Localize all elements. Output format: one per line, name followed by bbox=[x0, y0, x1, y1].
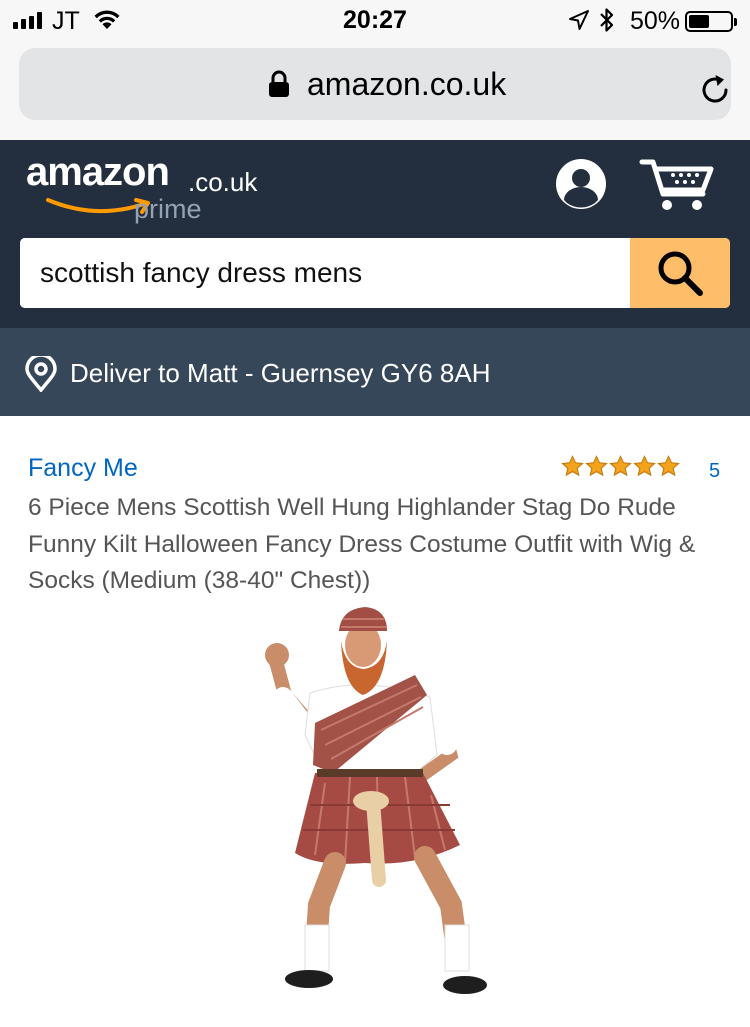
logo-wordmark: amazon bbox=[26, 150, 170, 194]
star-icon bbox=[609, 455, 632, 477]
lock-icon bbox=[269, 70, 289, 97]
star-icon bbox=[585, 455, 608, 477]
search-icon bbox=[658, 251, 703, 296]
amazon-header: amazon .co.uk prime bbox=[0, 140, 750, 328]
browser-toolbar: amazon.co.uk bbox=[0, 40, 750, 140]
battery-percentage: 50% bbox=[630, 7, 681, 35]
deliver-to-text: Deliver to Matt - Guernsey GY6 8AH bbox=[70, 358, 491, 388]
amazon-logo[interactable]: amazon .co.uk prime bbox=[26, 150, 266, 225]
battery-icon bbox=[685, 11, 737, 32]
deliver-to-bar[interactable]: Deliver to Matt - Guernsey GY6 8AH bbox=[0, 328, 750, 416]
search-input[interactable] bbox=[20, 238, 630, 308]
logo-prime: prime bbox=[134, 194, 202, 224]
battery-level bbox=[689, 15, 709, 28]
rating-count[interactable]: 5 bbox=[709, 460, 720, 483]
product-title[interactable]: 6 Piece Mens Scottish Well Hung Highland… bbox=[28, 490, 728, 600]
star-icon bbox=[633, 455, 656, 477]
brand-link[interactable]: Fancy Me bbox=[28, 454, 138, 483]
location-arrow-icon bbox=[569, 10, 589, 30]
address-bar[interactable]: amazon.co.uk bbox=[19, 48, 731, 120]
star-rating[interactable] bbox=[561, 455, 680, 478]
status-bar: JT 20:27 50% bbox=[0, 0, 750, 40]
cart-icon[interactable] bbox=[639, 156, 715, 212]
account-icon[interactable] bbox=[555, 158, 607, 210]
star-icon bbox=[657, 455, 680, 477]
product-image[interactable] bbox=[255, 605, 495, 1015]
location-pin-icon bbox=[25, 356, 57, 392]
star-icon bbox=[561, 455, 584, 477]
reload-icon[interactable] bbox=[699, 73, 733, 107]
bluetooth-icon bbox=[600, 8, 614, 32]
search-bar bbox=[20, 238, 730, 308]
search-button[interactable] bbox=[630, 238, 730, 308]
url-text[interactable]: amazon.co.uk bbox=[307, 66, 506, 103]
